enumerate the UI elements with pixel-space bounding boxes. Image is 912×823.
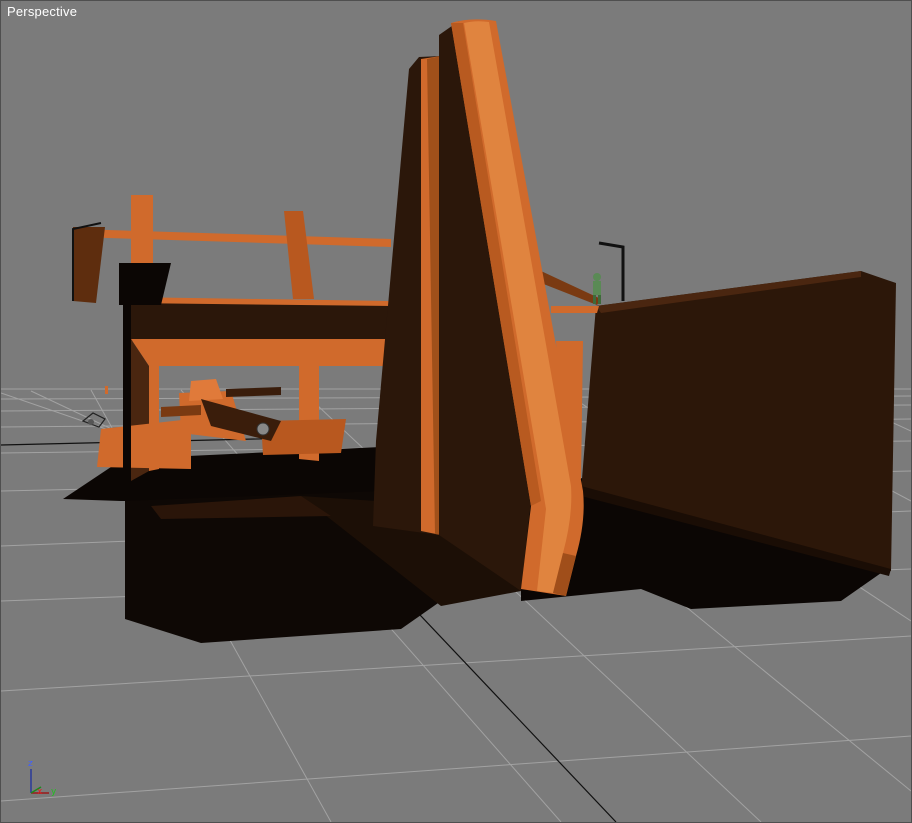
perspective-viewport[interactable]: Perspective z x y bbox=[0, 0, 912, 823]
viewport-label[interactable]: Perspective bbox=[7, 4, 77, 19]
axis-y-label: y bbox=[51, 787, 57, 797]
scene-render[interactable] bbox=[1, 1, 911, 822]
axis-z-label: z bbox=[28, 759, 33, 769]
axis-x-label: x bbox=[37, 787, 43, 797]
axis-gizmo: z x y bbox=[23, 759, 63, 803]
